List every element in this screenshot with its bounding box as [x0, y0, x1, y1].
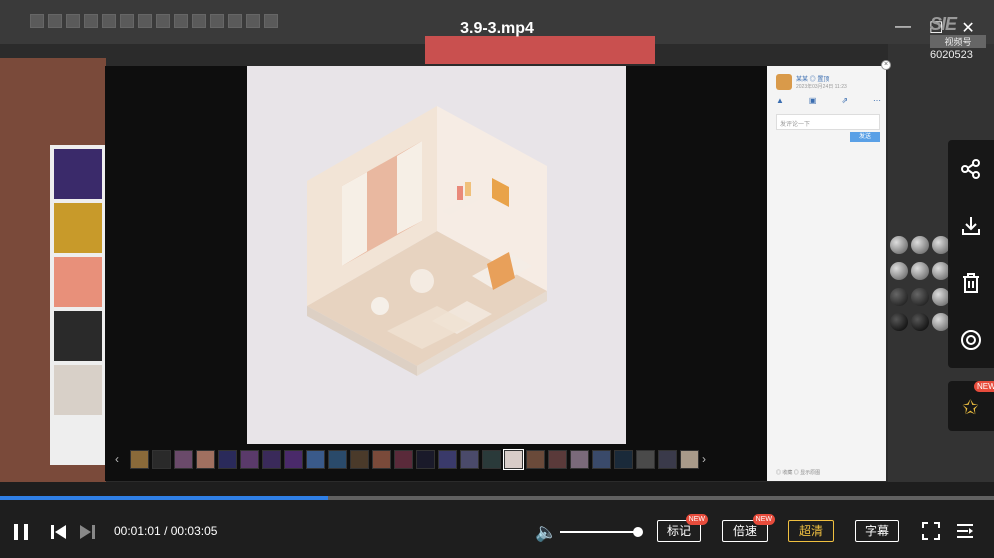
thumbnail-active[interactable]	[503, 448, 524, 470]
thumbnail[interactable]	[592, 449, 611, 469]
thumbnail[interactable]	[548, 449, 567, 469]
thumbnail[interactable]	[394, 449, 413, 469]
thumbnail[interactable]	[614, 449, 633, 469]
comment-icon[interactable]: ▣	[809, 96, 817, 105]
trash-icon[interactable]	[960, 272, 982, 294]
progress-bar[interactable]	[0, 496, 994, 500]
thumbnail[interactable]	[372, 449, 391, 469]
thumbnail-strip: ‹ ›	[105, 444, 767, 474]
thumbnail[interactable]	[284, 449, 303, 469]
time-separator: /	[164, 524, 168, 538]
thumbnail[interactable]	[658, 449, 677, 469]
new-badge: NEW	[974, 381, 994, 392]
viewer-sidebar: 某某 ◎ 置顶 2023年03月24日 11:23 ▲ ▣ ⇗ ⋯ 发评论一下 …	[767, 66, 886, 481]
volume-knob[interactable]	[633, 527, 643, 537]
control-bar: 00:01:01 / 00:03:05 🔈 标记 NEW 倍速 NEW 超清 字…	[0, 514, 994, 550]
record-icon[interactable]	[960, 329, 982, 351]
send-button[interactable]: 发送	[850, 132, 880, 142]
thumbnail[interactable]	[262, 449, 281, 469]
pin-button[interactable]: ✩ NEW	[948, 381, 994, 431]
thumbnail[interactable]	[680, 449, 699, 469]
thumbnail[interactable]	[174, 449, 193, 469]
previous-icon[interactable]	[50, 523, 68, 541]
isometric-room-illustration	[247, 66, 626, 444]
thumbnail[interactable]	[196, 449, 215, 469]
fullscreen-icon[interactable]	[922, 522, 940, 540]
sidebar-close-button[interactable]: ×	[881, 60, 891, 70]
thumbnail[interactable]	[218, 449, 237, 469]
video-title: 3.9-3.mp4	[460, 20, 534, 37]
comment-input[interactable]: 发评论一下	[776, 114, 880, 130]
thumbnail[interactable]	[328, 449, 347, 469]
logo-mark: SIE	[930, 14, 957, 34]
thumbnail[interactable]	[152, 449, 171, 469]
total-time: 00:03:05	[170, 524, 218, 538]
post-actions: ▲ ▣ ⇗ ⋯	[776, 96, 881, 105]
room-render-image[interactable]	[247, 66, 626, 444]
side-action-bar	[948, 140, 994, 368]
thumbnail[interactable]	[350, 449, 369, 469]
logo-sub: 视频号	[930, 35, 986, 48]
new-badge: NEW	[685, 514, 708, 525]
channel-id: 6020523	[930, 49, 973, 61]
video-player: ‹ › 某某 ◎ 置顶 2023年03月24日 11:23 ▲ ▣ ⇗ ⋯ 发评…	[0, 0, 994, 558]
like-icon[interactable]: ▲	[776, 96, 784, 105]
thumbnail[interactable]	[526, 449, 545, 469]
next-icon[interactable]	[78, 523, 96, 541]
minimize-button[interactable]: —	[895, 18, 911, 38]
thumbnail[interactable]	[130, 449, 149, 469]
strip-prev-button[interactable]: ‹	[115, 452, 127, 466]
post-header: 某某 ◎ 置顶 2023年03月24日 11:23	[776, 74, 847, 90]
share-icon[interactable]	[960, 158, 982, 180]
strip-next-button[interactable]: ›	[702, 452, 714, 466]
thumbnail[interactable]	[416, 449, 435, 469]
post-date: 2023年03月24日 11:23	[796, 84, 847, 90]
editor-thumbnail-column	[50, 145, 106, 465]
user-name[interactable]: 某某 ◎ 置顶	[796, 74, 847, 83]
current-time: 00:01:01	[114, 524, 161, 538]
watermark-logo: SIE 视频号 6020523	[930, 14, 986, 68]
avatar[interactable]	[776, 74, 792, 90]
new-badge: NEW	[752, 514, 775, 525]
thumbnail[interactable]	[636, 449, 655, 469]
quality-button[interactable]: 超清	[788, 520, 834, 542]
thumbnail[interactable]	[482, 449, 501, 469]
progress-fill	[0, 496, 329, 500]
material-swatches	[890, 236, 954, 336]
volume-slider[interactable]	[560, 531, 638, 533]
thumbnail[interactable]	[240, 449, 259, 469]
pause-icon[interactable]	[12, 522, 30, 542]
forward-icon[interactable]: ⇗	[841, 96, 848, 105]
thumbnail[interactable]	[460, 449, 479, 469]
playlist-icon[interactable]	[956, 522, 974, 540]
more-icon[interactable]: ⋯	[873, 96, 881, 105]
volume-icon[interactable]: 🔈	[535, 522, 557, 543]
mark-button[interactable]: 标记 NEW	[657, 514, 708, 542]
thumbnail[interactable]	[570, 449, 589, 469]
speed-button[interactable]: 倍速 NEW	[722, 514, 775, 542]
subtitle-button[interactable]: 字幕	[855, 520, 899, 542]
thumbnail[interactable]	[306, 449, 325, 469]
time-display: 00:01:01 / 00:03:05	[114, 524, 217, 538]
sidebar-footer[interactable]: ◎ 收藏 ◎ 显示原图	[776, 469, 820, 476]
pin-icon: ✩	[962, 397, 979, 419]
editor-red-tab	[425, 36, 655, 64]
thumbnail[interactable]	[438, 449, 457, 469]
download-icon[interactable]	[960, 215, 982, 237]
